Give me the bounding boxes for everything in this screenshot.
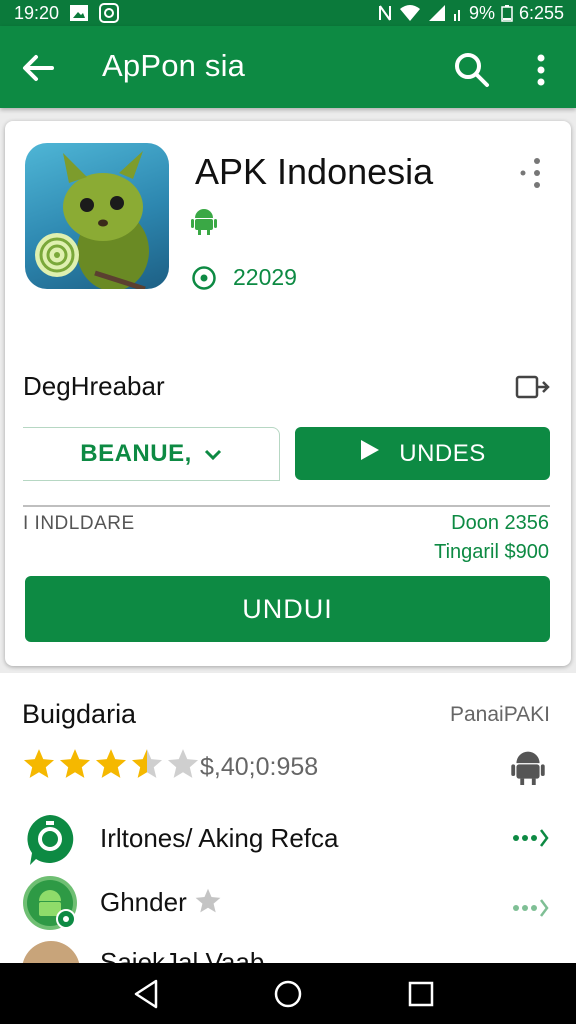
more-chevron-icon[interactable] (510, 825, 550, 851)
list-item-text: Ghnder (100, 887, 187, 917)
app-card: APK Indonesia 22029 DegHreabar BEANUE, U… (5, 121, 571, 666)
star-half-icon (131, 749, 163, 778)
details-title: Buigdaria (22, 699, 137, 729)
android-circle-icon (22, 875, 78, 931)
chevron-down-icon (204, 440, 222, 468)
status-time: 19:20 (14, 2, 60, 23)
details-link[interactable]: PanaiPAKI (450, 703, 550, 727)
more-vert-icon[interactable] (528, 50, 554, 90)
play-button[interactable]: UNDES (295, 427, 550, 480)
nfc-icon (377, 4, 393, 22)
system-nav-bar (0, 963, 576, 1024)
photo-notification-icon (69, 4, 89, 22)
star-empty-icon (195, 888, 221, 913)
list-item-label: Irltones/ Aking Refca (100, 823, 339, 853)
battery-icon (501, 4, 513, 22)
android-icon (191, 207, 217, 235)
divider (23, 505, 550, 507)
info-right-line-2: Tingaril $900 (434, 541, 549, 563)
wifi-icon (399, 4, 421, 22)
nav-recents-icon[interactable] (404, 977, 438, 1011)
list-item-label: Ghnder (100, 887, 222, 918)
more-chevron-icon[interactable] (510, 895, 550, 921)
battery-percent: 9% (468, 2, 495, 23)
list-item[interactable]: Ghnder (0, 875, 576, 935)
rating-text: $,40;0:958 (200, 753, 319, 781)
app-name: APK Indonesia (195, 151, 434, 192)
signal-icon (427, 4, 447, 22)
secondary-dropdown-button[interactable]: BEANUE, (23, 427, 280, 481)
info-left-label: I INDLDARE (23, 513, 135, 534)
star-icon (23, 749, 55, 778)
page-title: ApPon sia (102, 48, 246, 83)
card-more-icon[interactable] (517, 155, 541, 191)
play-icon (359, 438, 381, 469)
signal-weak-icon (453, 4, 463, 22)
app-notification-icon (99, 3, 120, 23)
play-button-label: UNDES (399, 439, 486, 467)
info-right-line-1: Doon 2356 (451, 512, 549, 534)
search-icon[interactable] (452, 50, 492, 90)
list-item[interactable]: Irltones/ Aking Refca (0, 811, 576, 871)
status-bar: 19:20 9% 6:255 (0, 0, 576, 26)
nav-home-icon[interactable] (271, 977, 305, 1011)
android-icon (510, 749, 546, 785)
arrow-left-icon[interactable] (18, 48, 58, 88)
section-label: DegHreabar (23, 371, 165, 401)
share-icon[interactable] (515, 374, 551, 400)
download-button[interactable]: UNDUI (25, 576, 550, 642)
install-count-icon (191, 265, 217, 291)
details-section: Buigdaria PanaiPAKI $,40;0:958 Irltones/… (0, 673, 576, 971)
green-badge-icon (22, 811, 78, 867)
star-empty-icon (167, 749, 199, 778)
app-bar: ApPon sia (0, 26, 576, 108)
status-time-right: 6:255 (518, 2, 564, 23)
nav-back-icon[interactable] (130, 977, 164, 1011)
install-count: 22029 (233, 264, 297, 290)
rating-stars (22, 747, 200, 781)
star-icon (59, 749, 91, 778)
star-icon (95, 749, 127, 778)
secondary-button-label: BEANUE, (80, 440, 192, 467)
app-icon[interactable] (25, 143, 169, 289)
